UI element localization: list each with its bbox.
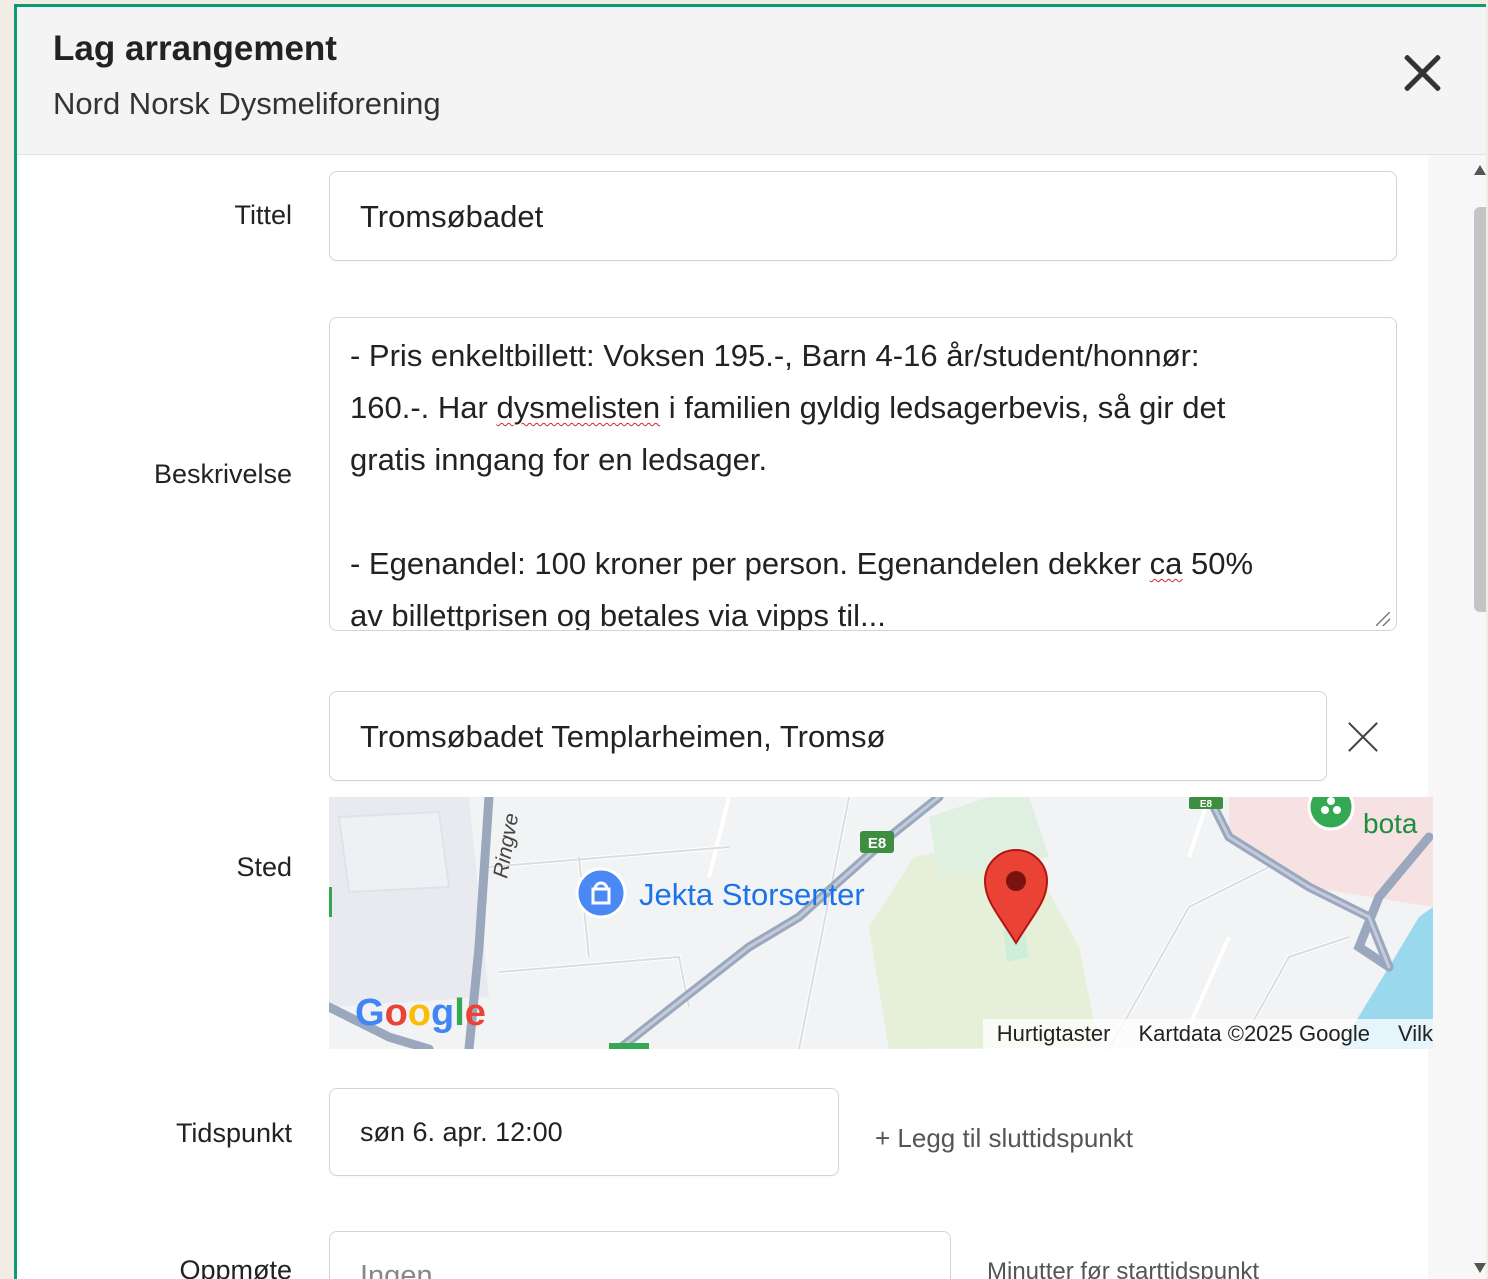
scrollbar-thumb[interactable]	[1474, 207, 1486, 612]
description-line: av billettprisen og betales via vipps ti…	[350, 598, 886, 631]
description-line: gratis inngang for en ledsager.	[350, 442, 768, 477]
google-logo: Google	[355, 992, 486, 1034]
description-blank-line	[350, 486, 1376, 538]
map-data-attribution: Kartdata ©2025 Google	[1138, 1021, 1370, 1046]
scroll-up-arrow-icon[interactable]	[1474, 165, 1486, 175]
dialog-subtitle: Nord Norsk Dysmeliforening	[53, 86, 441, 121]
scroll-down-arrow-icon[interactable]	[1474, 1263, 1486, 1273]
time-input[interactable]: søn 6. apr. 12:00	[329, 1088, 839, 1176]
create-event-dialog: Lag arrangement Nord Norsk Dysmeliforeni…	[14, 4, 1486, 1279]
scrollbar[interactable]	[1428, 155, 1486, 1279]
spellcheck-word: dysmelisten	[496, 390, 661, 425]
meetup-hint: Minutter før starttidspunkt	[987, 1258, 1260, 1279]
description-line: - Pris enkeltbillett: Voksen 195.-, Barn…	[350, 338, 1200, 373]
dialog-header: Lag arrangement Nord Norsk Dysmeliforeni…	[17, 7, 1486, 155]
title-input[interactable]: Tromsøbadet	[329, 171, 1397, 261]
meetup-input-placeholder: Ingen	[360, 1260, 433, 1279]
close-icon[interactable]	[1396, 47, 1448, 99]
title-label: Tittel	[234, 200, 292, 230]
meetup-input[interactable]: Ingen	[329, 1231, 951, 1279]
map-canvas: E8 E8 Ringve Jekta Storsenter bota Googl…	[329, 797, 1433, 1049]
spellcheck-word: ca	[1149, 546, 1183, 581]
time-label: Tidspunkt	[175, 1118, 292, 1148]
dialog-body: Tittel Tromsøbadet Beskrivelse - Pris en…	[17, 155, 1486, 1279]
poi-label-partial: bota	[1363, 808, 1418, 839]
description-label: Beskrivelse	[153, 459, 292, 489]
map-footer: Hurtigtaster Kartdata ©2025 Google Vilk	[982, 1019, 1433, 1049]
map-shortcuts-link[interactable]: Hurtigtaster	[983, 1019, 1125, 1049]
location-map[interactable]: E8 E8 Ringve Jekta Storsenter bota Googl…	[329, 797, 1433, 1049]
highway-badge-e8: E8	[868, 835, 886, 852]
clear-place-icon[interactable]	[1343, 717, 1383, 757]
place-input-value: Tromsøbadet Templarheimen, Tromsø	[360, 719, 886, 754]
resize-handle-icon[interactable]	[1376, 612, 1390, 626]
description-line: 160.-. Har dysmelisten i familien gyldig…	[350, 390, 1226, 425]
description-textarea[interactable]: - Pris enkeltbillett: Voksen 195.-, Barn…	[329, 317, 1397, 631]
poi-label-jekta: Jekta Storsenter	[639, 877, 865, 912]
title-input-value: Tromsøbadet	[360, 199, 544, 234]
place-input[interactable]: Tromsøbadet Templarheimen, Tromsø	[329, 691, 1327, 781]
meetup-label: Oppmøte	[179, 1255, 292, 1279]
add-end-time-link[interactable]: + Legg til sluttidspunkt	[875, 1123, 1133, 1154]
time-input-value: søn 6. apr. 12:00	[360, 1117, 563, 1147]
dialog-title: Lag arrangement	[53, 29, 337, 68]
place-label: Sted	[236, 852, 292, 882]
description-line: - Egenandel: 100 kroner per person. Egen…	[350, 546, 1254, 581]
highway-badge-e8-top: E8	[1200, 799, 1213, 810]
map-terms-link[interactable]: Vilk	[1384, 1019, 1433, 1049]
